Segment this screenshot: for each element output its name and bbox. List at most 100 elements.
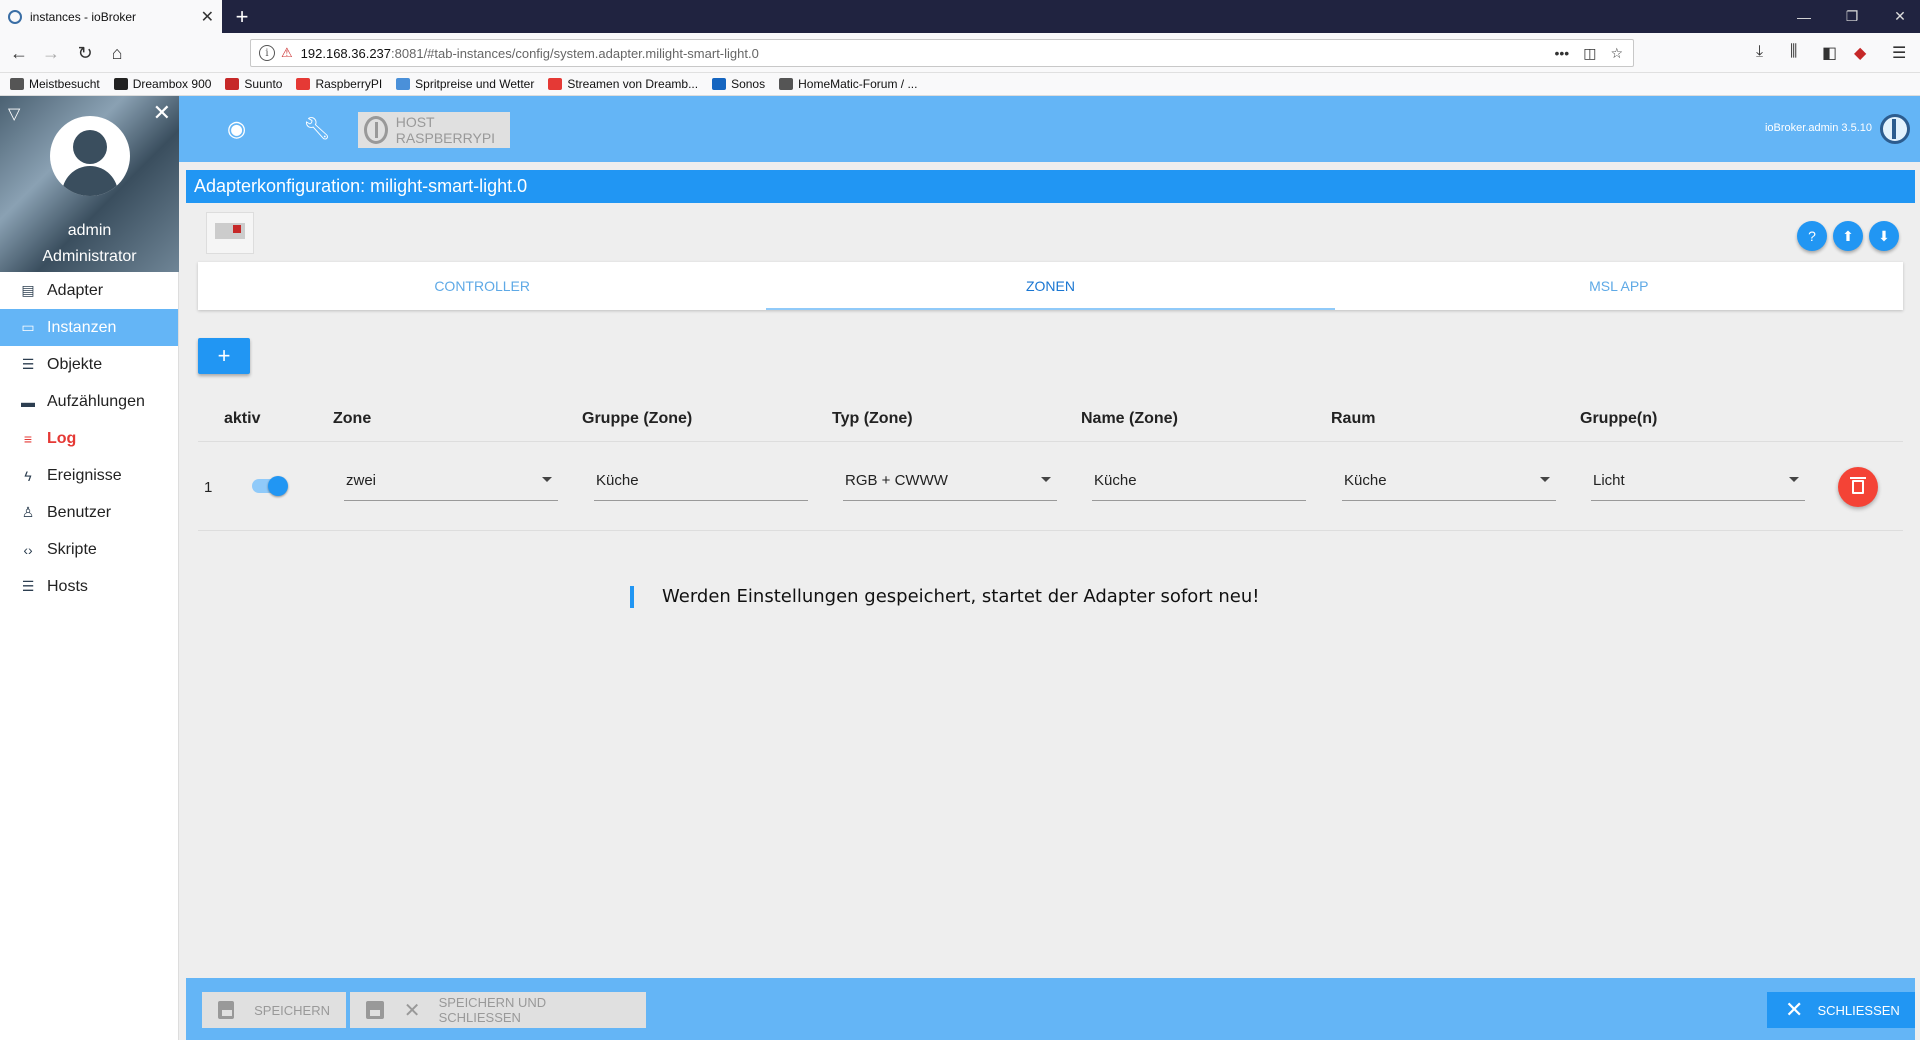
room-value: Küche [1344, 472, 1387, 489]
zone-select[interactable]: zwei [344, 461, 558, 501]
close-tab-icon[interactable]: ✕ [201, 7, 214, 27]
page-actions-icon[interactable]: ••• [1554, 45, 1569, 62]
sidebar-toggle-icon[interactable]: ◧ [1822, 43, 1837, 63]
bookmark-item[interactable]: Spritpreise und Wetter [396, 77, 534, 91]
filter-icon[interactable]: ▽ [8, 104, 20, 124]
bookmark-item[interactable]: Streamen von Dreamb... [548, 77, 698, 91]
bookmark-item[interactable]: Dreambox 900 [113, 77, 212, 91]
enum-icon: ▬ [21, 393, 35, 410]
page-title: Adapterkonfiguration: milight-smart-ligh… [186, 170, 1915, 203]
back-icon[interactable]: ← [6, 40, 32, 66]
sidebar: ▽ ✕ admin Administrator ▤ Adapter ▭ Instanz… [0, 96, 179, 1040]
new-tab-icon[interactable]: + [230, 4, 254, 30]
iobroker-favicon-icon [8, 9, 22, 24]
column-header: Name (Zone) [1081, 410, 1178, 427]
close-icon: ✕ [403, 999, 421, 1022]
window-close-icon[interactable]: ✕ [1880, 0, 1920, 33]
save-close-button[interactable]: ✕ SPEICHERN UND SCHLIESSEN [350, 992, 646, 1028]
menu-icon[interactable]: ☰ [1892, 43, 1906, 63]
groups-select[interactable]: Licht [1591, 461, 1805, 501]
sidebar-item-label: Instanzen [47, 318, 117, 336]
sidebar-item-aufzhlungen[interactable]: ▬ Aufzählungen [0, 383, 178, 420]
bookmark-icon [396, 78, 411, 90]
sidebar-item-adapter[interactable]: ▤ Adapter [0, 272, 178, 309]
bookmark-star-icon[interactable]: ☆ [1610, 45, 1623, 62]
delete-row-button[interactable] [1838, 467, 1878, 507]
reload-icon[interactable]: ↻ [72, 40, 98, 66]
column-header: Typ (Zone) [832, 410, 913, 427]
user-icon: ♙ [21, 504, 35, 520]
wrench-icon[interactable]: 🔧︎ [303, 116, 331, 142]
zones-table-header: aktiv Zone Gruppe (Zone) Typ (Zone) Name… [198, 398, 1903, 442]
group-zone-input[interactable]: Küche [594, 461, 808, 501]
host-button[interactable]: HOST RASPBERRYPI [358, 112, 510, 148]
insecure-lock-icon: ⚠ [281, 45, 293, 60]
bookmark-item[interactable]: Meistbesucht [10, 77, 100, 91]
bookmark-item[interactable]: RaspberryPI [296, 77, 382, 91]
bookmark-icon [113, 78, 128, 90]
sidebar-item-skripte[interactable]: ‹› Skripte [0, 531, 178, 568]
tab-msl-app[interactable]: MSL APP [1335, 262, 1903, 310]
close-icon: ✕ [1785, 997, 1804, 1022]
bookmark-label: Meistbesucht [29, 77, 100, 91]
log-icon: ≡ [23, 430, 33, 447]
host-label: HOST RASPBERRYPI [395, 114, 496, 146]
groups-value: Licht [1593, 472, 1625, 489]
forward-icon[interactable]: → [38, 40, 64, 66]
site-info-icon[interactable]: i [259, 45, 275, 61]
library-icon[interactable]: ⫼ [1790, 43, 1797, 61]
adapter-logo [206, 212, 254, 254]
pocket-icon[interactable]: ◫ [1583, 45, 1596, 62]
sidebar-item-label: Objekte [47, 355, 103, 373]
bookmark-icon [296, 78, 311, 90]
table-row: 1 zwei Küche RGB + CWWW Küche Küche Lich… [198, 443, 1903, 531]
upload-icon[interactable]: ⬆ [1833, 221, 1863, 251]
active-toggle[interactable] [252, 476, 288, 496]
minimize-icon[interactable]: — [1784, 0, 1824, 33]
save-close-label: SPEICHERN UND SCHLIESSEN [438, 995, 547, 1025]
sidebar-item-benutzer[interactable]: ♙ Benutzer [0, 494, 178, 531]
bookmark-item[interactable]: Suunto [225, 77, 282, 91]
sidebar-close-icon[interactable]: ✕ [153, 100, 171, 126]
save-label: SPEICHERN [254, 1002, 330, 1018]
save-button[interactable]: SPEICHERN [202, 992, 346, 1028]
bookmark-label: RaspberryPI [315, 77, 383, 91]
zone-value: zwei [346, 472, 377, 489]
download-icon[interactable]: ⤓ [1756, 43, 1763, 61]
restore-icon[interactable]: ❐ [1832, 0, 1872, 33]
url-bar[interactable]: i ⚠ 192.168.36.237 :8081/#tab-instances/… [250, 39, 1634, 67]
sidebar-item-label: Aufzählungen [47, 392, 145, 410]
iobroker-brand-icon [1880, 114, 1910, 144]
column-header: aktiv [224, 410, 261, 427]
pdf-icon[interactable]: ◆ [1854, 43, 1866, 63]
sidebar-item-ereignisse[interactable]: ϟ Ereignisse [0, 457, 178, 494]
name-zone-input[interactable]: Küche [1092, 461, 1306, 501]
type-zone-select[interactable]: RGB + CWWW [843, 461, 1057, 501]
sidebar-item-hosts[interactable]: ☰ Hosts [0, 568, 178, 605]
tab-zonen[interactable]: ZONEN [766, 262, 1335, 310]
bookmark-label: Dreambox 900 [132, 77, 212, 91]
sidebar-item-log[interactable]: ≡ Log [0, 420, 178, 457]
bookmark-item[interactable]: HomeMatic-Forum / ... [779, 77, 917, 91]
browser-tab[interactable]: instances - ioBroker ✕ [0, 0, 222, 33]
username: admin [67, 222, 112, 239]
tab-controller[interactable]: CONTROLLER [198, 262, 766, 310]
bookmark-label: HomeMatic-Forum / ... [798, 77, 918, 91]
home-icon[interactable]: ⌂ [104, 40, 130, 66]
bookmark-icon [712, 78, 727, 90]
chevron-down-icon [542, 477, 552, 482]
bookmark-item[interactable]: Sonos [712, 77, 765, 91]
user-panel: ▽ ✕ admin Administrator [0, 96, 179, 272]
help-icon[interactable]: ? [1797, 221, 1827, 251]
room-select[interactable]: Küche [1342, 461, 1556, 501]
download-config-icon[interactable]: ⬇ [1869, 221, 1899, 251]
eye-icon[interactable]: ◉ [227, 116, 246, 142]
bookmark-icon [779, 78, 794, 90]
floppy-icon [366, 1001, 384, 1019]
sidebar-item-objekte[interactable]: ☰ Objekte [0, 346, 178, 383]
add-zone-button[interactable]: + [198, 338, 250, 374]
close-button[interactable]: ✕ SCHLIESSEN [1767, 992, 1915, 1028]
sidebar-item-instanzen[interactable]: ▭ Instanzen [0, 309, 178, 346]
url-path: :8081/#tab-instances/config/system.adapt… [391, 45, 759, 61]
footer-bar: SPEICHERN ✕ SPEICHERN UND SCHLIESSEN ✕ S… [186, 978, 1915, 1040]
